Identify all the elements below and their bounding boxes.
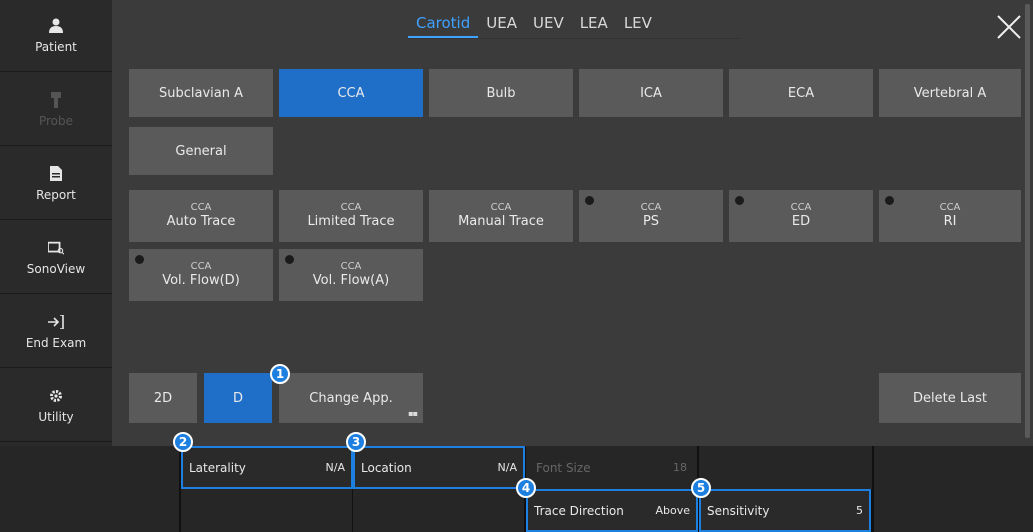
settings-row-2: Trace Direction Above Sensitivity 5 (0, 489, 1033, 532)
application-tabs: Carotid UEA UEV LEA LEV (408, 14, 660, 38)
empty-cell (0, 446, 180, 489)
laterality-value: N/A (325, 461, 345, 474)
tabs-divider (408, 38, 740, 39)
callout-badge-3: 3 (346, 432, 366, 452)
change-app-label: Change App. (309, 390, 393, 406)
callout-badge-5: 5 (691, 478, 711, 498)
measure-label: Vol. Flow(A) (312, 273, 390, 289)
mode-2d-button[interactable]: 2D (129, 373, 197, 423)
trace-direction-value: Above (655, 504, 690, 517)
tab-lev[interactable]: LEV (616, 14, 660, 38)
sidebar-item-label: SonoView (26, 261, 86, 276)
empty-cell (181, 489, 353, 532)
measure-vessel-label: CCA (340, 201, 362, 213)
measure-limited-trace-button[interactable]: CCA Limited Trace (279, 190, 423, 242)
sidebar: Patient Probe Report SonoView End Exam U… (0, 0, 112, 446)
grip-icon: ▪▪ (408, 409, 418, 418)
mode-d-button[interactable]: D (204, 373, 272, 423)
probe-icon (48, 91, 64, 108)
change-app-button[interactable]: Change App. ▪▪ (279, 373, 423, 423)
vessel-eca-button[interactable]: ECA (729, 69, 873, 117)
empty-cell (874, 446, 1033, 489)
status-indicator (735, 196, 744, 205)
measure-ps-button[interactable]: CCA PS (579, 190, 723, 242)
sonoview-icon (48, 240, 64, 256)
location-control[interactable]: Location N/A (353, 446, 525, 489)
measure-vessel-label: CCA (190, 260, 212, 272)
callout-badge-1: 1 (270, 364, 290, 384)
measure-label: ED (791, 214, 811, 230)
vessel-general-button[interactable]: General (129, 127, 273, 175)
status-indicator (285, 255, 294, 264)
sidebar-item-label: Report (36, 187, 76, 202)
sidebar-item-report[interactable]: Report (0, 148, 112, 220)
font-size-control: Font Size 18 (526, 446, 698, 489)
empty-cell (353, 489, 525, 532)
scrollbar[interactable] (1025, 4, 1030, 438)
status-indicator (885, 196, 894, 205)
measure-ri-button[interactable]: CCA RI (879, 190, 1021, 242)
measure-vessel-label: CCA (790, 201, 812, 213)
location-value: N/A (497, 461, 517, 474)
vessel-bulb-button[interactable]: Bulb (429, 69, 573, 117)
sidebar-item-end-exam[interactable]: End Exam (0, 296, 112, 368)
sidebar-item-label: Utility (38, 409, 74, 424)
measure-label: Auto Trace (166, 214, 236, 230)
close-icon[interactable] (996, 14, 1022, 40)
vessel-cca-button[interactable]: CCA (279, 69, 423, 117)
measure-manual-trace-button[interactable]: CCA Manual Trace (429, 190, 573, 242)
measure-vol-flow-a-button[interactable]: CCA Vol. Flow(A) (279, 249, 423, 301)
measure-label: Vol. Flow(D) (162, 273, 240, 289)
person-icon (48, 18, 64, 34)
sensitivity-value: 5 (856, 504, 863, 517)
vessel-vertebral-a-button[interactable]: Vertebral A (879, 69, 1021, 117)
tab-lea[interactable]: LEA (572, 14, 616, 38)
callout-badge-2: 2 (173, 432, 193, 452)
measure-label: PS (642, 214, 660, 230)
location-label: Location (361, 460, 412, 475)
measure-vessel-label: CCA (490, 201, 512, 213)
sensitivity-label: Sensitivity (707, 503, 770, 518)
sidebar-item-label: Patient (35, 39, 77, 54)
sidebar-item-utility[interactable]: Utility (0, 370, 112, 442)
trace-direction-control[interactable]: Trace Direction Above (526, 489, 698, 532)
laterality-label: Laterality (189, 460, 246, 475)
status-indicator (585, 196, 594, 205)
measure-vessel-label: CCA (939, 201, 961, 213)
font-size-label: Font Size (536, 460, 591, 475)
measure-label: Manual Trace (458, 214, 544, 230)
sidebar-item-label: Probe (38, 113, 74, 128)
status-indicator (135, 255, 144, 264)
measure-label: RI (943, 214, 957, 230)
measure-vessel-label: CCA (340, 260, 362, 272)
vessel-subclavian-a-button[interactable]: Subclavian A (129, 69, 273, 117)
callout-badge-4: 4 (516, 478, 536, 498)
measure-ed-button[interactable]: CCA ED (729, 190, 873, 242)
tab-uea[interactable]: UEA (478, 14, 525, 38)
measure-auto-trace-button[interactable]: CCA Auto Trace (129, 190, 273, 242)
laterality-control[interactable]: Laterality N/A (181, 446, 353, 489)
sidebar-item-patient[interactable]: Patient (0, 0, 112, 72)
measure-label: Limited Trace (307, 214, 395, 230)
delete-last-button[interactable]: Delete Last (879, 373, 1021, 423)
tab-carotid[interactable]: Carotid (408, 14, 479, 38)
font-size-value: 18 (673, 461, 687, 474)
exit-icon (48, 314, 64, 330)
measure-vol-flow-d-button[interactable]: CCA Vol. Flow(D) (129, 249, 273, 301)
document-icon (48, 166, 64, 182)
empty-cell (699, 446, 873, 489)
gear-icon (48, 388, 64, 404)
tab-uev[interactable]: UEV (525, 14, 572, 38)
sidebar-item-label: End Exam (25, 335, 87, 350)
sensitivity-control[interactable]: Sensitivity 5 (699, 489, 871, 532)
sidebar-item-sonoview[interactable]: SonoView (0, 222, 112, 294)
vessel-ica-button[interactable]: ICA (579, 69, 723, 117)
trace-direction-label: Trace Direction (534, 503, 624, 518)
empty-cell (874, 489, 1033, 532)
measure-vessel-label: CCA (190, 201, 212, 213)
measure-vessel-label: CCA (640, 201, 662, 213)
empty-cell (0, 489, 180, 532)
sidebar-item-probe[interactable]: Probe (0, 74, 112, 146)
